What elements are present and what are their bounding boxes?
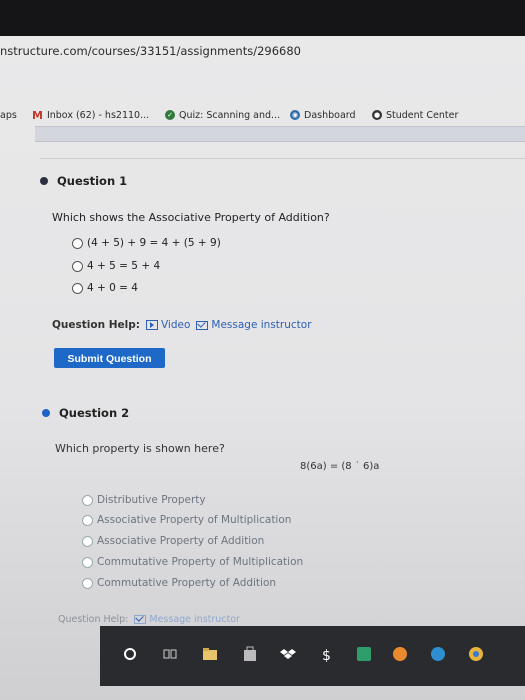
q2-option-5[interactable]: Commutative Property of Addition	[82, 577, 276, 589]
cortana-circle-icon[interactable]	[122, 646, 138, 662]
mail-icon	[134, 615, 147, 624]
gmail-icon: M	[32, 108, 43, 122]
dropbox-icon[interactable]	[280, 646, 296, 662]
bookmark-label: Quiz: Scanning and...	[179, 109, 281, 121]
app-green-icon[interactable]	[356, 646, 372, 662]
radio-button[interactable]	[82, 556, 93, 568]
q2-option-2[interactable]: Associative Property of Multiplication	[82, 514, 291, 526]
submit-question-button[interactable]: Submit Question	[54, 348, 165, 368]
video-label: Video	[160, 319, 191, 331]
q2-option-4[interactable]: Commutative Property of Multiplication	[82, 556, 303, 568]
radio-button[interactable]	[72, 282, 83, 294]
divider	[40, 158, 525, 159]
radio-button[interactable]	[82, 514, 93, 526]
question-1-help: Question Help: Video Message instructor	[52, 319, 312, 331]
bookmark-student-center[interactable]: ● Student Center	[372, 104, 458, 126]
option-label: Commutative Property of Multiplication	[97, 556, 304, 568]
chrome-icon[interactable]	[468, 646, 484, 662]
question-2-prompt: Which property is shown here?	[55, 442, 225, 455]
option-label: Associative Property of Addition	[97, 535, 265, 547]
bookmark-quiz[interactable]: ✓ Quiz: Scanning and...	[165, 104, 280, 126]
edge-icon[interactable]	[430, 646, 446, 662]
message-instructor-link[interactable]: Message instructor	[196, 319, 312, 331]
bookmark-apps[interactable]: aps	[0, 104, 17, 126]
student-center-icon: ●	[372, 110, 382, 120]
question-1-header: Question 1	[40, 174, 127, 188]
bookmark-label: aps	[0, 109, 17, 121]
bookmark-label: Student Center	[386, 109, 459, 121]
dollar-icon[interactable]: $	[318, 646, 334, 662]
option-label: 4 + 0 = 4	[87, 282, 138, 294]
bookmark-label: Dashboard	[304, 109, 356, 121]
store-icon[interactable]	[242, 646, 258, 662]
option-label: Associative Property of Multiplication	[97, 514, 292, 526]
option-label: Distributive Property	[97, 494, 206, 506]
message-label: Message instructor	[211, 319, 312, 331]
question-1-title: Question 1	[57, 174, 128, 188]
message-label: Message instructor	[149, 614, 240, 625]
video-icon	[145, 320, 158, 330]
mail-icon	[196, 320, 209, 330]
bookmarks-bar: aps M Inbox (62) - hs2110... ✓ Quiz: Sca…	[0, 104, 525, 126]
page-tab-strip	[35, 126, 525, 142]
question-2-formula: 8(6a) = (8 ˙ 6)a	[300, 461, 380, 472]
bookmark-label: Inbox (62) - hs2110...	[46, 109, 150, 121]
radio-button[interactable]	[72, 237, 83, 249]
question-status-dot-icon	[42, 409, 50, 417]
radio-button[interactable]	[82, 577, 93, 589]
q1-option-2[interactable]: 4 + 5 = 5 + 4	[72, 260, 160, 272]
svg-text:$: $	[322, 648, 331, 662]
radio-button[interactable]	[82, 535, 93, 547]
question-2-title: Question 2	[59, 406, 130, 420]
question-1-prompt: Which shows the Associative Property of …	[52, 211, 330, 224]
option-label: Commutative Property of Addition	[97, 577, 277, 589]
question-2-header: Question 2	[42, 406, 129, 420]
radio-button[interactable]	[82, 494, 93, 506]
question-status-dot-icon	[40, 177, 48, 185]
app-orange-icon[interactable]	[392, 646, 408, 662]
q2-option-3[interactable]: Associative Property of Addition	[82, 535, 264, 547]
monitor-bezel	[0, 0, 525, 36]
q2-option-1[interactable]: Distributive Property	[82, 494, 206, 506]
address-bar-url[interactable]: nstructure.com/courses/33151/assignments…	[0, 44, 301, 58]
video-link[interactable]: Video	[145, 319, 191, 331]
radio-button[interactable]	[72, 260, 83, 272]
dashboard-icon: ◉	[290, 110, 300, 120]
q1-option-3[interactable]: 4 + 0 = 4	[72, 282, 138, 294]
bookmark-dashboard[interactable]: ◉ Dashboard	[290, 104, 356, 126]
q1-option-1[interactable]: (4 + 5) + 9 = 4 + (5 + 9)	[72, 237, 221, 249]
bookmark-inbox[interactable]: M Inbox (62) - hs2110...	[32, 104, 149, 126]
question-help-label: Question Help:	[58, 614, 129, 625]
option-label: (4 + 5) + 9 = 4 + (5 + 9)	[87, 237, 221, 249]
task-view-icon[interactable]	[162, 646, 178, 662]
file-explorer-icon[interactable]	[202, 646, 218, 662]
option-label: 4 + 5 = 5 + 4	[87, 260, 161, 272]
taskbar: $	[100, 626, 525, 686]
question-help-label: Question Help:	[52, 319, 140, 331]
message-instructor-link[interactable]: Message instructor	[134, 614, 240, 625]
question-2-help: Question Help: Message instructor	[58, 614, 240, 625]
quiz-icon: ✓	[165, 110, 175, 120]
